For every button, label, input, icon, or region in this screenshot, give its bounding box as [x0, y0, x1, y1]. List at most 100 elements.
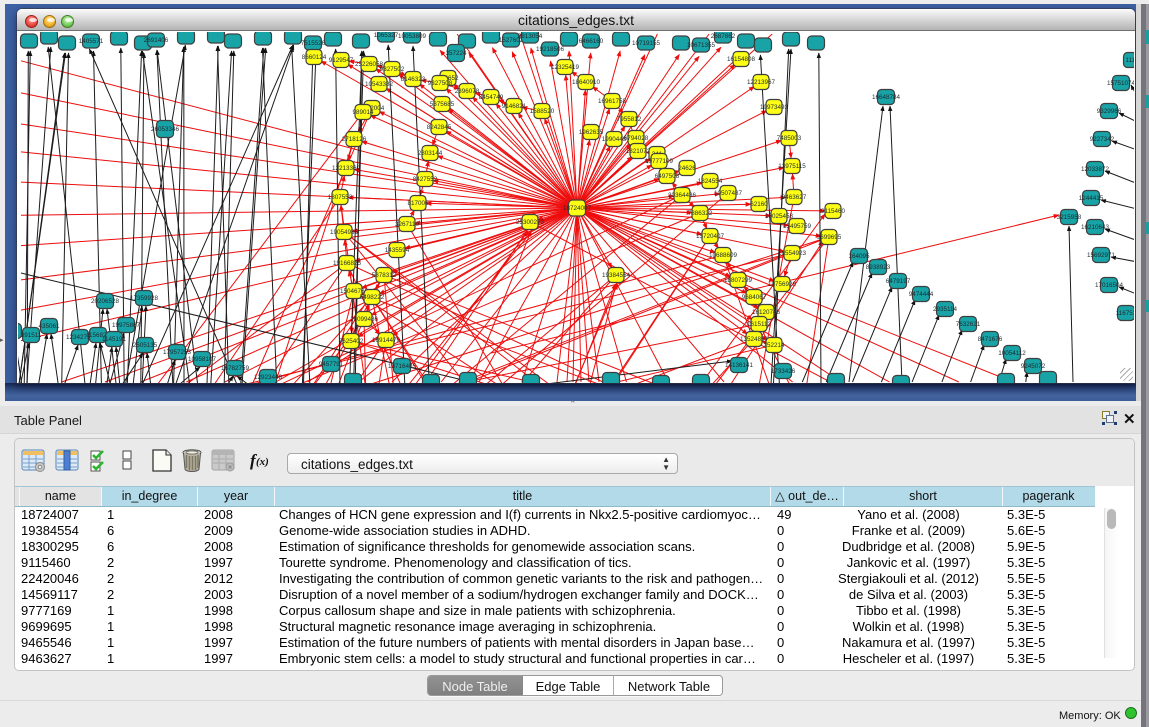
svg-text:62160: 62160 [750, 201, 768, 208]
svg-text:7886322: 7886322 [688, 210, 713, 217]
svg-text:13975115: 13975115 [778, 163, 806, 170]
svg-text:8813054: 8813054 [518, 33, 543, 40]
svg-text:14136141: 14136141 [725, 362, 754, 369]
svg-text:9699695: 9699695 [817, 234, 842, 241]
svg-text:15751074: 15751074 [1107, 80, 1134, 87]
svg-text:989014: 989014 [352, 109, 374, 116]
svg-text:1145191: 1145191 [102, 336, 127, 343]
svg-text:10054112: 10054112 [998, 350, 1026, 357]
svg-text:8242845: 8242845 [427, 124, 452, 131]
svg-text:7485003: 7485003 [777, 135, 802, 142]
svg-text:8146323: 8146323 [401, 76, 426, 83]
svg-text:16120746: 16120746 [752, 309, 781, 316]
svg-text:435061: 435061 [38, 323, 60, 330]
svg-text:2691406: 2691406 [144, 37, 169, 44]
svg-text:18640910: 18640910 [572, 79, 601, 86]
svg-text:7632621: 7632621 [956, 321, 981, 328]
svg-text:9457791: 9457791 [319, 361, 344, 368]
svg-text:10053809: 10053809 [398, 33, 427, 40]
svg-text:16210643: 16210643 [1081, 224, 1110, 231]
svg-text:18807299: 18807299 [724, 277, 753, 284]
svg-text:24626: 24626 [678, 165, 696, 172]
svg-text:17957253: 17957253 [163, 349, 192, 356]
svg-text:9463627: 9463627 [782, 194, 807, 201]
svg-text:2505135: 2505135 [133, 342, 158, 349]
svg-text:9129547: 9129547 [329, 57, 354, 64]
svg-text:15495759: 15495759 [783, 223, 812, 230]
svg-text:1588520: 1588520 [530, 108, 555, 115]
svg-text:391511: 391511 [21, 332, 42, 339]
svg-text:10688609: 10688609 [709, 252, 738, 259]
svg-text:1615112: 1615112 [747, 321, 772, 328]
svg-text:12325419: 12325419 [551, 64, 580, 71]
svg-text:16154808: 16154808 [727, 56, 756, 63]
svg-text:26053346: 26053346 [151, 126, 180, 133]
svg-text:6479197: 6479197 [886, 278, 911, 285]
svg-text:1117: 1117 [1125, 57, 1134, 64]
svg-text:(x): (x) [256, 456, 269, 468]
svg-text:164095: 164095 [848, 253, 870, 260]
svg-text:19166825: 19166825 [333, 260, 362, 267]
svg-text:1807553: 1807553 [328, 194, 353, 201]
svg-text:9329966: 9329966 [1097, 108, 1122, 115]
svg-text:10719155: 10719155 [632, 40, 661, 47]
svg-text:19054985: 19054985 [330, 229, 359, 236]
svg-text:6466160: 6466160 [579, 38, 604, 45]
svg-text:20206528: 20206528 [91, 298, 120, 305]
svg-text:1821072: 1821072 [626, 148, 651, 155]
svg-text:8427552: 8427552 [413, 176, 438, 183]
svg-text:15692971: 15692971 [1087, 252, 1116, 259]
svg-text:12923448: 12923448 [254, 374, 283, 381]
svg-text:25300273: 25300273 [516, 219, 545, 226]
svg-text:18724007: 18724007 [563, 205, 592, 212]
svg-text:15720407: 15720407 [696, 233, 725, 240]
svg-text:8660124: 8660124 [302, 54, 327, 61]
svg-text:5498222: 5498222 [360, 294, 385, 301]
svg-text:19777109: 19777109 [645, 158, 674, 165]
svg-text:9115460: 9115460 [821, 208, 846, 215]
svg-text:10507487: 10507487 [714, 190, 743, 197]
svg-text:12213369: 12213369 [332, 165, 361, 172]
svg-text:8938923: 8938923 [866, 264, 891, 271]
svg-text:1962635: 1962635 [579, 129, 604, 136]
svg-text:2803144: 2803144 [418, 150, 443, 157]
svg-text:10025458: 10025458 [765, 213, 794, 220]
svg-text:6497508: 6497508 [655, 173, 680, 180]
svg-text:1405571: 1405571 [79, 38, 104, 45]
svg-text:16648784: 16648784 [872, 94, 901, 101]
svg-text:10958107: 10958107 [188, 356, 217, 363]
svg-text:17016504: 17016504 [1095, 282, 1124, 289]
svg-text:1733426: 1733426 [771, 368, 796, 375]
svg-text:20364436: 20364436 [668, 192, 697, 199]
svg-text:5878312: 5878312 [372, 272, 397, 279]
svg-text:12213967: 12213967 [747, 79, 776, 86]
svg-text:2396078: 2396078 [455, 88, 480, 95]
svg-text:252214: 252214 [763, 342, 785, 349]
svg-text:9684067: 9684067 [742, 294, 767, 301]
svg-text:9327508: 9327508 [428, 80, 453, 87]
svg-text:13716485: 13716485 [388, 363, 417, 370]
svg-text:6794028: 6794028 [624, 135, 649, 142]
svg-text:12033872: 12033872 [1081, 166, 1110, 173]
svg-text:19975867: 19975867 [112, 322, 141, 329]
svg-text:10671355: 10671355 [687, 42, 716, 49]
svg-text:1435594: 1435594 [385, 247, 410, 254]
svg-text:16914479: 16914479 [372, 337, 401, 344]
svg-text:1244415: 1244415 [1079, 195, 1104, 202]
svg-text:9146821: 9146821 [502, 103, 527, 110]
svg-text:7625402: 7625402 [339, 338, 364, 345]
svg-text:16961758: 16961758 [598, 98, 627, 105]
svg-text:17359928: 17359928 [130, 295, 159, 302]
svg-text:8454749: 8454749 [479, 94, 504, 101]
svg-text:19384554: 19384554 [602, 272, 631, 279]
svg-text:7515526: 7515526 [301, 40, 326, 47]
svg-text:16099486: 16099486 [350, 316, 379, 323]
svg-text:10973493: 10973493 [760, 104, 789, 111]
svg-text:116753: 116753 [1116, 310, 1134, 317]
svg-text:7955812: 7955812 [617, 116, 642, 123]
svg-text:817006: 817006 [407, 200, 429, 207]
svg-text:9474444: 9474444 [909, 291, 934, 298]
svg-text:8471676: 8471676 [978, 336, 1003, 343]
svg-text:9245072: 9245072 [1021, 363, 1046, 370]
svg-text:357224: 357224 [445, 50, 467, 57]
